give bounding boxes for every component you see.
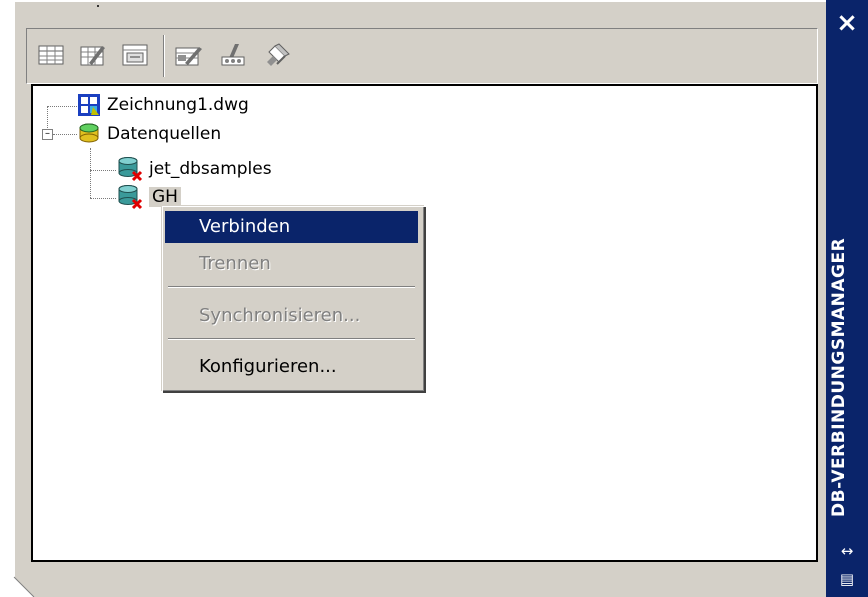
new-query-icon[interactable] <box>217 39 249 71</box>
tree-item-drawing[interactable]: Zeichnung1.dwg <box>77 92 249 118</box>
close-icon[interactable]: × <box>826 8 868 38</box>
tree-line <box>47 106 77 107</box>
edit-table-icon[interactable] <box>77 39 109 71</box>
tree-item-label: Zeichnung1.dwg <box>107 95 249 115</box>
link-and-label-icon[interactable] <box>261 39 293 71</box>
data-sources-icon <box>79 123 99 143</box>
tree-line <box>90 198 116 199</box>
new-link-template-icon[interactable] <box>119 39 151 71</box>
menu-item-disconnect[interactable]: Trennen <box>165 248 418 280</box>
connection-tree: – Zeichnung1.dwg Datenquellen jet_dbsamp… <box>31 84 818 562</box>
disconnected-database-icon <box>118 157 143 182</box>
view-table-icon[interactable] <box>35 39 67 71</box>
menu-separator <box>168 338 415 340</box>
palette-title-bar[interactable]: × DB-VERBINDUNGSMANAGER ↔ ▤ <box>826 0 868 597</box>
tree-line <box>90 170 116 171</box>
tree-line <box>90 148 91 198</box>
menu-item-synchronize[interactable]: Synchronisieren... <box>165 300 418 332</box>
auto-hide-icon[interactable]: ↔ <box>836 540 858 562</box>
disconnected-database-icon <box>118 185 143 210</box>
drawing-icon <box>78 94 100 116</box>
menu-separator <box>168 286 415 288</box>
toolbar <box>26 28 818 84</box>
tree-item-label: Datenquellen <box>107 124 222 144</box>
collapse-toggle[interactable]: – <box>42 129 53 140</box>
menu-item-connect[interactable]: Verbinden <box>165 211 418 243</box>
tree-line <box>53 134 77 135</box>
db-connection-manager-palette: – Zeichnung1.dwg Datenquellen jet_dbsamp… <box>0 0 868 597</box>
tree-item-label: jet_dbsamples <box>149 159 272 179</box>
new-label-template-icon[interactable] <box>173 39 205 71</box>
context-menu: Verbinden Trennen Synchronisieren... Kon… <box>161 205 424 391</box>
menu-item-configure[interactable]: Konfigurieren... <box>165 351 418 383</box>
toolbar-separator <box>163 35 165 77</box>
tree-item-data-source[interactable]: jet_dbsamples <box>117 156 272 182</box>
tree-item-data-sources[interactable]: Datenquellen <box>77 121 221 147</box>
tree-item-label: GH <box>149 187 181 207</box>
properties-icon[interactable]: ▤ <box>836 568 858 590</box>
palette-title: DB-VERBINDUNGSMANAGER <box>829 237 849 517</box>
